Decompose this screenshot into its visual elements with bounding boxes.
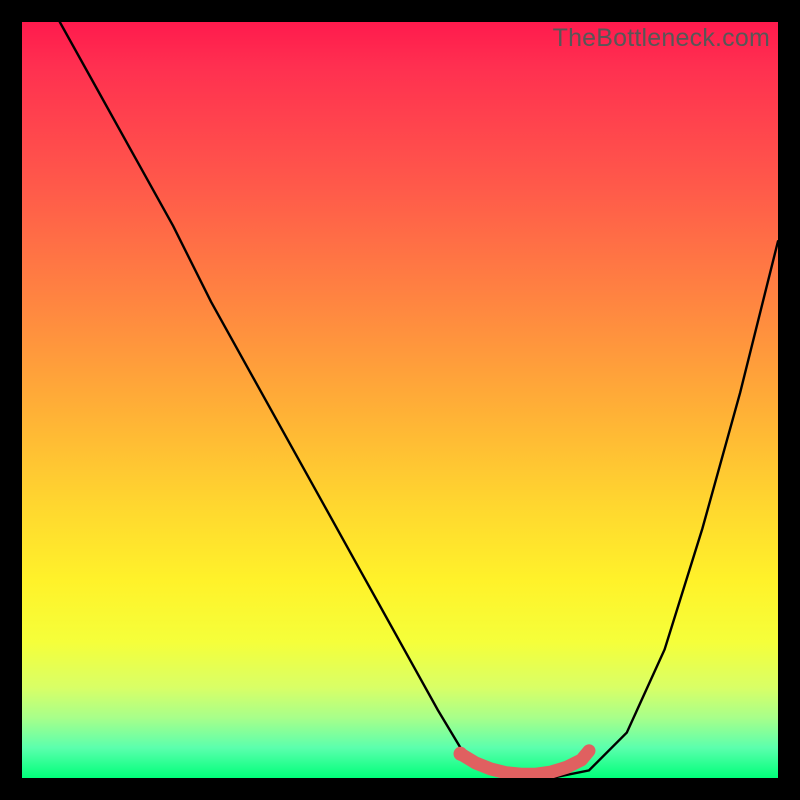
chart-frame: TheBottleneck.com	[22, 22, 778, 778]
bottleneck-curve	[60, 22, 778, 778]
optimal-range-start-dot	[454, 747, 468, 761]
chart-overlay	[22, 22, 778, 778]
optimal-range-marker	[461, 751, 590, 774]
watermark-text: TheBottleneck.com	[553, 24, 770, 53]
